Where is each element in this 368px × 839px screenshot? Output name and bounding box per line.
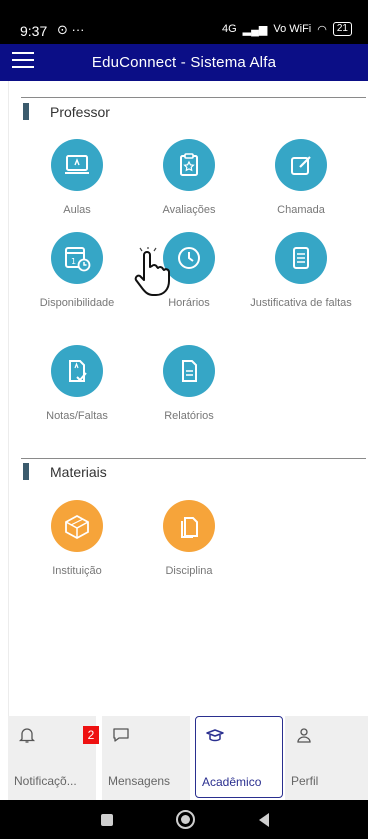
bell-icon bbox=[18, 728, 36, 743]
tile-disponibilidade[interactable]: 1 Disponibilidade bbox=[22, 232, 132, 312]
tile-avaliacoes[interactable]: Avaliações bbox=[134, 139, 244, 219]
edit-icon bbox=[275, 139, 327, 191]
tile-label: Disciplina bbox=[165, 565, 213, 577]
tile-notas-faltas[interactable]: Notas/Faltas bbox=[22, 345, 132, 425]
home-button[interactable] bbox=[176, 810, 195, 829]
status-icons: 4G ▂▄▆ Vo WiFi ◠ 21 bbox=[222, 22, 352, 36]
status-bar: 9:37 ⊙ ··· 4G ▂▄▆ Vo WiFi ◠ 21 bbox=[0, 0, 368, 44]
section-marker bbox=[23, 103, 29, 120]
user-icon bbox=[297, 728, 311, 743]
notification-badge: 2 bbox=[83, 726, 99, 744]
volte-icon: Vo WiFi bbox=[273, 23, 312, 35]
nav-label: Mensagens bbox=[108, 774, 171, 788]
signal-icon: ▂▄▆ bbox=[242, 23, 268, 36]
tile-label: Notas/Faltas bbox=[46, 410, 108, 422]
graduation-cap-icon bbox=[206, 729, 224, 742]
svg-text:1: 1 bbox=[71, 257, 76, 266]
notification-icons: ⊙ ··· bbox=[57, 22, 85, 37]
tile-label: Instituição bbox=[52, 565, 102, 577]
section-title-professor: Professor bbox=[50, 104, 110, 120]
tile-aulas[interactable]: Aulas bbox=[22, 139, 132, 219]
nav-label: Acadêmico bbox=[202, 775, 262, 789]
app-bar: EduConnect - Sistema Alfa bbox=[0, 44, 368, 81]
tile-label: Relatórios bbox=[164, 410, 214, 422]
files-icon bbox=[163, 500, 215, 552]
tile-label: Aulas bbox=[63, 204, 91, 216]
section-divider bbox=[21, 97, 366, 98]
clipboard-star-icon bbox=[163, 139, 215, 191]
document-lines-icon bbox=[275, 232, 327, 284]
tile-label: Justificativa de faltas bbox=[250, 297, 352, 309]
document-check-icon bbox=[51, 345, 103, 397]
section-title-materiais: Materiais bbox=[50, 464, 107, 480]
bottom-nav: 2 Notificaçõ... Mensagens Acadêmico Perf… bbox=[0, 716, 368, 800]
laptop-icon bbox=[51, 139, 103, 191]
tile-relatorios[interactable]: Relatórios bbox=[134, 345, 244, 425]
section-divider bbox=[21, 458, 366, 459]
nav-academico[interactable]: Acadêmico bbox=[195, 716, 283, 798]
document-icon bbox=[163, 345, 215, 397]
battery-icon: 21 bbox=[332, 22, 352, 36]
box-icon bbox=[51, 500, 103, 552]
tile-justificativa-de-faltas[interactable]: Justificativa de faltas bbox=[246, 232, 356, 312]
section-marker bbox=[23, 463, 29, 480]
app-title: EduConnect - Sistema Alfa bbox=[91, 54, 277, 71]
recents-button[interactable] bbox=[101, 814, 113, 826]
nav-mensagens[interactable]: Mensagens bbox=[102, 716, 190, 800]
status-time: 9:37 bbox=[20, 23, 48, 39]
nav-perfil[interactable]: Perfil bbox=[285, 716, 368, 800]
main-content: Professor Aulas Avaliações Chamada 1 Dis… bbox=[8, 81, 368, 716]
back-button[interactable] bbox=[259, 813, 269, 827]
nav-label: Notificaçõ... bbox=[14, 774, 77, 788]
message-icon bbox=[113, 728, 129, 742]
tile-chamada[interactable]: Chamada bbox=[246, 139, 356, 219]
tile-instituicao[interactable]: Instituição bbox=[22, 500, 132, 580]
tile-label: Avaliações bbox=[162, 204, 216, 216]
network-icon: 4G bbox=[221, 23, 237, 35]
system-nav-bar bbox=[0, 800, 368, 839]
wifi-icon: ◠ bbox=[317, 23, 327, 36]
tile-label: Chamada bbox=[277, 204, 325, 216]
tile-disciplina[interactable]: Disciplina bbox=[134, 500, 244, 580]
tap-hand-icon bbox=[134, 247, 170, 296]
tile-label: Disponibilidade bbox=[39, 297, 115, 309]
calendar-clock-icon: 1 bbox=[51, 232, 103, 284]
nav-notificacoes[interactable]: 2 Notificaçõ... bbox=[8, 716, 99, 800]
nav-label: Perfil bbox=[291, 774, 319, 788]
